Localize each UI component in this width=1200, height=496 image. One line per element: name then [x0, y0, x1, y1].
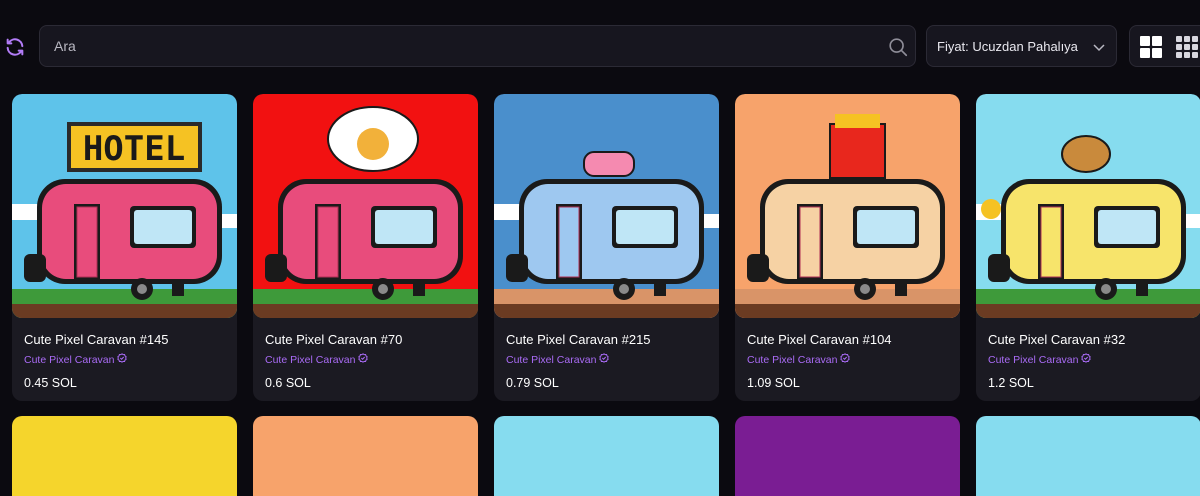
collection-name: Cute Pixel Caravan	[988, 353, 1079, 366]
nft-price: 0.45 SOL	[24, 376, 77, 390]
nft-card[interactable]	[12, 416, 237, 496]
nft-name[interactable]: Cute Pixel Caravan #32	[988, 332, 1125, 347]
refresh-icon[interactable]	[4, 36, 26, 58]
nft-card[interactable]	[494, 416, 719, 496]
nft-image[interactable]	[494, 94, 719, 318]
collection-link[interactable]: Cute Pixel Caravan	[24, 353, 128, 366]
nft-card[interactable]	[253, 416, 478, 496]
nft-price: 0.79 SOL	[506, 376, 559, 390]
caravan-artwork: HOTEL	[12, 94, 237, 318]
nft-name[interactable]: Cute Pixel Caravan #145	[24, 332, 169, 347]
nft-card[interactable]: Cute Pixel Caravan #70 Cute Pixel Caravan…	[253, 94, 478, 401]
verified-badge-icon	[1081, 353, 1092, 366]
nft-image[interactable]	[253, 94, 478, 318]
caravan-artwork	[494, 94, 719, 318]
nft-card[interactable]: Cute Pixel Caravan #32 Cute Pixel Caravan…	[976, 94, 1200, 401]
nft-image[interactable]	[976, 94, 1200, 318]
verified-badge-icon	[117, 353, 128, 366]
nft-price: 1.09 SOL	[747, 376, 800, 390]
nft-price: 0.6 SOL	[265, 376, 311, 390]
caravan-artwork	[735, 94, 960, 318]
collection-link[interactable]: Cute Pixel Caravan	[747, 353, 851, 366]
collection-name: Cute Pixel Caravan	[24, 353, 115, 366]
chevron-down-icon	[1092, 40, 1106, 54]
nft-image[interactable]	[735, 94, 960, 318]
caravan-artwork	[976, 94, 1200, 318]
nft-image[interactable]: HOTEL	[12, 94, 237, 318]
toolbar: Fiyat: Ucuzdan Pahalıya	[0, 24, 1200, 68]
nft-card[interactable]	[976, 416, 1200, 496]
verified-badge-icon	[358, 353, 369, 366]
nft-card[interactable]: Cute Pixel Caravan #215 Cute Pixel Carava…	[494, 94, 719, 401]
view-toggle	[1129, 25, 1200, 67]
verified-badge-icon	[840, 353, 851, 366]
collection-name: Cute Pixel Caravan	[265, 353, 356, 366]
grid-2x2-icon[interactable]	[1140, 36, 1162, 58]
sort-select[interactable]: Fiyat: Ucuzdan Pahalıya	[926, 25, 1117, 67]
collection-link[interactable]: Cute Pixel Caravan	[988, 353, 1092, 366]
nft-card[interactable]: HOTEL Cute Pixel Caravan #145 Cute Pixel C…	[12, 94, 237, 401]
collection-name: Cute Pixel Caravan	[506, 353, 597, 366]
nft-card[interactable]	[735, 416, 960, 496]
collection-link[interactable]: Cute Pixel Caravan	[265, 353, 369, 366]
grid-3x3-icon[interactable]	[1176, 36, 1198, 58]
collection-link[interactable]: Cute Pixel Caravan	[506, 353, 610, 366]
nft-card[interactable]: Cute Pixel Caravan #104 Cute Pixel Carava…	[735, 94, 960, 401]
collection-name: Cute Pixel Caravan	[747, 353, 838, 366]
caravan-artwork	[253, 94, 478, 318]
sort-select-value: Fiyat: Ucuzdan Pahalıya	[937, 38, 1078, 54]
nft-name[interactable]: Cute Pixel Caravan #70	[265, 332, 402, 347]
search-input[interactable]	[54, 26, 874, 66]
nft-name[interactable]: Cute Pixel Caravan #104	[747, 332, 892, 347]
hotel-sign: HOTEL	[83, 129, 185, 169]
verified-badge-icon	[599, 353, 610, 366]
search-box	[39, 25, 916, 67]
nft-name[interactable]: Cute Pixel Caravan #215	[506, 332, 651, 347]
search-icon[interactable]	[887, 36, 909, 58]
nft-price: 1.2 SOL	[988, 376, 1034, 390]
